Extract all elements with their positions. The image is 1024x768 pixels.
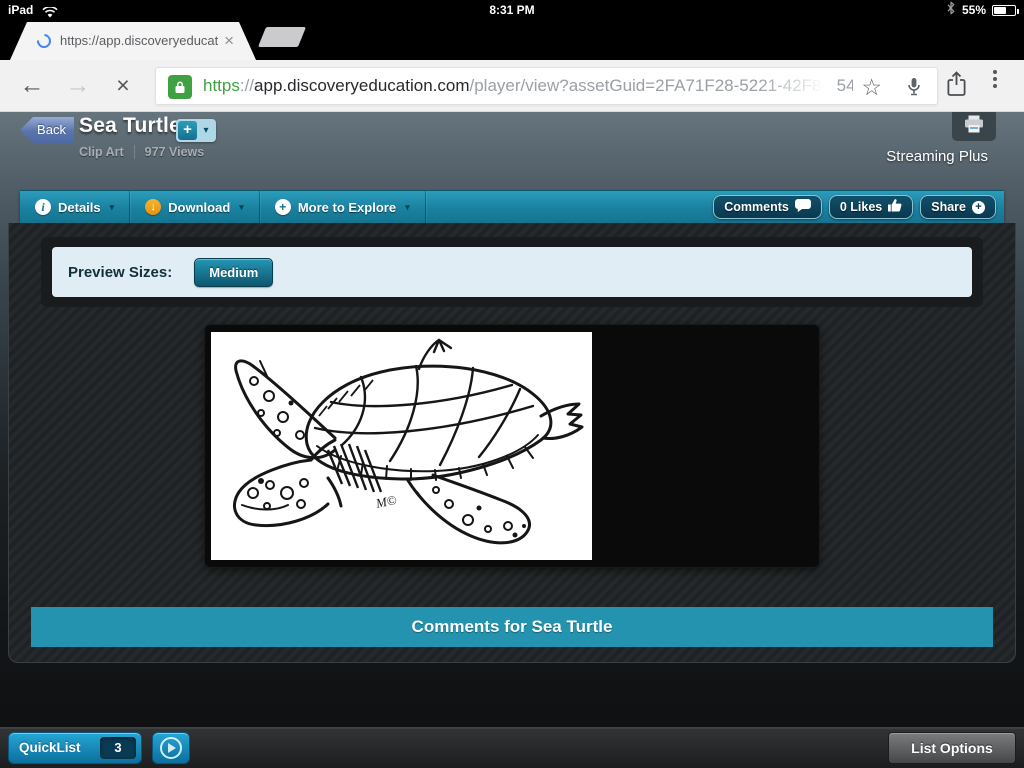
download-icon: ↓: [145, 199, 162, 215]
comments-banner[interactable]: Comments for Sea Turtle: [31, 607, 993, 647]
speech-bubble-icon: [794, 199, 811, 215]
media-player: M©: [205, 325, 819, 567]
print-button[interactable]: [952, 112, 996, 141]
status-bar: iPad 8:31 PM 55%: [0, 0, 1024, 20]
ssl-lock-icon[interactable]: [168, 75, 192, 99]
bluetooth-icon: [946, 1, 956, 20]
forward-nav-button: →: [65, 71, 91, 99]
chevron-down-icon: ▾: [109, 201, 115, 212]
quicklist-count-badge: 3: [100, 737, 136, 759]
list-options-button[interactable]: List Options: [888, 732, 1016, 764]
details-menu[interactable]: i Details ▾: [20, 191, 131, 223]
chevron-down-icon: ▾: [405, 201, 410, 212]
more-to-explore-menu[interactable]: + More to Explore ▾: [260, 191, 426, 223]
likes-button[interactable]: 0 Likes: [828, 195, 914, 219]
battery-icon: [992, 4, 1019, 16]
browser-tab[interactable]: https://app.discoveryeducat ×: [10, 22, 256, 60]
url-text: https://app.discoveryeducation.com/playe…: [203, 76, 853, 95]
share-plus-icon: +: [972, 200, 985, 214]
tab-loading-spinner: [34, 31, 54, 51]
clock: 8:31 PM: [489, 3, 535, 17]
page-title: Sea Turtle: [79, 114, 181, 137]
views-count: 977 Views: [144, 145, 205, 159]
new-tab-button[interactable]: [257, 27, 307, 47]
printer-icon: [963, 115, 985, 138]
browser-menu-icon[interactable]: [993, 70, 997, 88]
browser-toolbar: ← → × https://app.discoveryeducation.com…: [0, 60, 1024, 112]
tab-strip: https://app.discoveryeducat ×: [0, 20, 1024, 60]
plus-circle-icon: +: [274, 199, 291, 215]
info-icon: i: [35, 199, 51, 215]
back-nav-button[interactable]: ←: [17, 70, 47, 100]
url-fade: [757, 69, 837, 103]
preview-sizes-label: Preview Sizes:: [68, 263, 173, 281]
asset-action-bar: i Details ▾ ↓ Download ▾ + More to Explo…: [20, 190, 1004, 223]
stop-button[interactable]: ×: [108, 70, 138, 100]
comments-button[interactable]: Comments: [713, 195, 822, 219]
clip-art-image: M©: [211, 332, 592, 560]
page-header: Back Sea Turtle + ▾ Clip Art 977 Views S…: [0, 112, 1024, 190]
voice-search-mic-icon[interactable]: [907, 77, 921, 102]
sea-turtle-drawing: M©: [233, 338, 584, 545]
tab-title: https://app.discoveryeducat: [60, 33, 218, 48]
asset-type-label: Clip Art: [79, 145, 124, 159]
add-plus-icon[interactable]: +: [178, 121, 197, 140]
preview-sizes-panel: Preview Sizes: Medium: [41, 237, 983, 307]
bottom-bar: QuickList 3 List Options: [0, 727, 1024, 768]
size-medium-button[interactable]: Medium: [194, 257, 274, 287]
back-button[interactable]: Back: [20, 117, 74, 143]
tab-close-icon[interactable]: ×: [224, 29, 234, 53]
share-page-icon[interactable]: [946, 71, 967, 102]
play-icon: [160, 737, 182, 759]
add-dropdown-caret-icon[interactable]: ▾: [198, 125, 214, 136]
chevron-down-icon: ▾: [239, 201, 244, 212]
thumbs-up-icon: [888, 199, 902, 215]
battery-percent: 55%: [961, 3, 986, 17]
content-panel: Preview Sizes: Medium M© Comments for Se…: [8, 223, 1016, 663]
svg-text:M©: M©: [374, 492, 398, 511]
plan-label: Streaming Plus: [886, 148, 988, 165]
meta-divider: [133, 145, 135, 159]
play-quicklist-button[interactable]: [152, 732, 190, 764]
address-bar[interactable]: https://app.discoveryeducation.com/playe…: [155, 67, 938, 105]
share-button[interactable]: Share +: [920, 195, 996, 219]
quicklist-button[interactable]: QuickList 3: [8, 732, 142, 764]
add-to-quicklist-combo[interactable]: + ▾: [176, 119, 216, 142]
bookmark-star-icon[interactable]: ☆: [861, 72, 882, 102]
download-menu[interactable]: ↓ Download ▾: [130, 191, 260, 223]
